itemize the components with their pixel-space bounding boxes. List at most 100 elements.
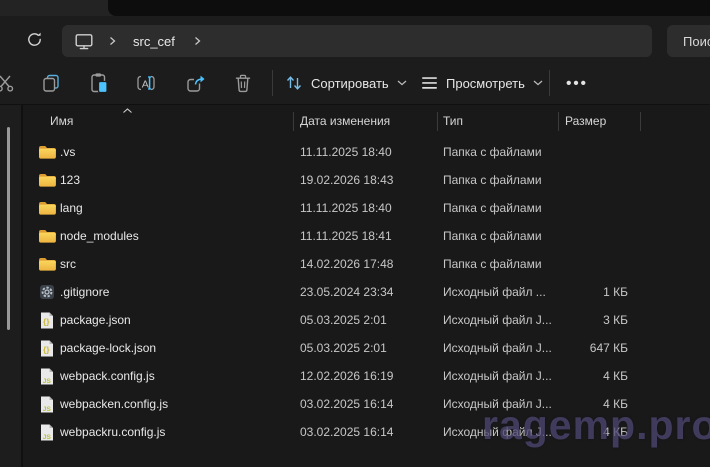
file-size: 1 КБ [540, 278, 628, 306]
view-label: Просмотреть [446, 76, 525, 91]
toolbar-separator [272, 70, 273, 96]
this-pc-icon [74, 32, 94, 50]
table-row[interactable]: {} JS webpack.config.js 12.02.2026 16:19… [0, 362, 710, 390]
folder-icon: {} JS [38, 143, 56, 161]
folder-icon: {} JS [38, 171, 56, 189]
refresh-button[interactable] [22, 27, 46, 51]
file-type: Исходный файл J... [443, 306, 555, 334]
table-row[interactable]: {} JS .vs 11.11.2025 18:40 Папка с файла… [0, 138, 710, 166]
file-explorer-window: src_cef Поиск [0, 0, 710, 467]
file-list: {} JS .vs 11.11.2025 18:40 Папка с файла… [0, 138, 710, 446]
js-file-icon: {} JS [38, 395, 56, 413]
file-type: Исходный файл J... [443, 362, 555, 390]
file-name: package.json [60, 306, 131, 334]
share-icon [185, 73, 207, 93]
copy-button[interactable] [39, 71, 63, 95]
file-size: 4 КБ [540, 362, 628, 390]
file-type: Исходный файл J... [443, 334, 555, 362]
explorer-tab[interactable] [108, 0, 710, 16]
file-name: src [60, 250, 76, 278]
file-date: 11.11.2025 18:41 [300, 222, 435, 250]
refresh-icon [26, 31, 43, 48]
file-name: lang [60, 194, 83, 222]
file-type: Папка с файлами [443, 222, 555, 250]
file-type: Папка с файлами [443, 250, 555, 278]
svg-text:JS: JS [43, 433, 52, 440]
paste-icon [89, 72, 109, 94]
svg-text:JS: JS [43, 377, 52, 384]
sort-icon [285, 74, 303, 92]
column-separator[interactable] [437, 112, 438, 131]
column-separator[interactable] [558, 112, 559, 131]
view-button[interactable]: Просмотреть [421, 62, 543, 104]
file-size: 3 КБ [540, 306, 628, 334]
rename-icon: A [135, 73, 157, 93]
file-type: Исходный файл ... [443, 278, 555, 306]
cut-button[interactable] [0, 71, 17, 95]
search-input[interactable]: Поиск [667, 25, 710, 57]
file-date: 11.11.2025 18:40 [300, 194, 435, 222]
breadcrumb-chevron-icon[interactable] [193, 36, 202, 46]
file-name: package-lock.json [60, 334, 156, 362]
svg-text:{}: {} [43, 344, 50, 354]
file-size: 647 КБ [540, 334, 628, 362]
column-header-type[interactable]: Тип [443, 105, 463, 137]
json-file-icon: {} JS [38, 311, 56, 329]
table-row[interactable]: {} JS 123 19.02.2026 18:43 Папка с файла… [0, 166, 710, 194]
folder-icon: {} JS [38, 199, 56, 217]
column-header-row: Имя Дата изменения Тип Размер [0, 105, 710, 137]
breadcrumb-segment[interactable]: src_cef [133, 34, 175, 49]
copy-icon [41, 73, 61, 93]
file-name: .vs [60, 138, 75, 166]
column-header-date[interactable]: Дата изменения [300, 105, 390, 137]
file-date: 03.02.2025 16:14 [300, 418, 435, 446]
file-type: Папка с файлами [443, 194, 555, 222]
json-file-icon: {} JS [38, 339, 56, 357]
file-name: webpackru.config.js [60, 418, 165, 446]
delete-icon [234, 73, 252, 93]
table-row[interactable]: {} JS node_modules 11.11.2025 18:41 Папк… [0, 222, 710, 250]
table-row[interactable]: {} JS package.json 05.03.2025 2:01 Исход… [0, 306, 710, 334]
file-date: 12.02.2026 16:19 [300, 362, 435, 390]
search-label: Поиск [683, 34, 710, 49]
table-row[interactable]: {} JS .gitignore 23.05.2024 23:34 Исходн… [0, 278, 710, 306]
navigation-bar: src_cef Поиск [0, 16, 710, 62]
file-date: 03.02.2025 16:14 [300, 390, 435, 418]
table-row[interactable]: {} JS src 14.02.2026 17:48 Папка с файла… [0, 250, 710, 278]
table-row[interactable]: {} JS lang 11.11.2025 18:40 Папка с файл… [0, 194, 710, 222]
more-options-button[interactable]: ••• [557, 62, 597, 104]
file-name: node_modules [60, 222, 139, 250]
breadcrumb-chevron-icon[interactable] [108, 36, 117, 46]
file-date: 14.02.2026 17:48 [300, 250, 435, 278]
column-header-name[interactable]: Имя [50, 105, 73, 137]
rename-button[interactable]: A [134, 71, 158, 95]
file-name: .gitignore [60, 278, 109, 306]
file-name: webpacken.config.js [60, 390, 168, 418]
js-file-icon: {} JS [38, 423, 56, 441]
toolbar-separator [549, 70, 550, 96]
command-toolbar: A [0, 62, 710, 105]
file-type: Папка с файлами [443, 138, 555, 166]
svg-text:{}: {} [43, 316, 50, 326]
file-date: 05.03.2025 2:01 [300, 334, 435, 362]
file-date: 05.03.2025 2:01 [300, 306, 435, 334]
table-row[interactable]: {} JS package-lock.json 05.03.2025 2:01 … [0, 334, 710, 362]
share-button[interactable] [184, 71, 208, 95]
sort-button[interactable]: Сортировать [285, 62, 407, 104]
file-name: 123 [60, 166, 80, 194]
delete-button[interactable] [231, 71, 255, 95]
column-separator[interactable] [640, 112, 641, 131]
sort-ascending-caret-icon [122, 108, 133, 114]
paste-button[interactable] [87, 71, 111, 95]
column-header-size[interactable]: Размер [565, 105, 606, 137]
file-list-pane: Имя Дата изменения Тип Размер [0, 105, 710, 467]
view-icon [421, 76, 438, 90]
chevron-down-icon [397, 80, 407, 86]
chevron-down-icon [533, 80, 543, 86]
js-file-icon: {} JS [38, 367, 56, 385]
column-separator[interactable] [293, 112, 294, 131]
address-bar[interactable]: src_cef [62, 25, 652, 57]
gitignore-gear-icon: {} JS [38, 283, 56, 301]
file-name: webpack.config.js [60, 362, 155, 390]
cut-icon [0, 72, 16, 94]
